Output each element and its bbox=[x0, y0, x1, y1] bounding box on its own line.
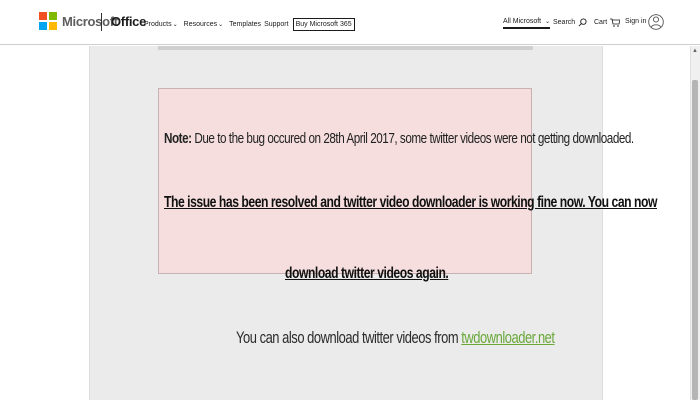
scrollbar-thumb[interactable] bbox=[692, 80, 698, 400]
notice-text: Note: Due to the bug occured on 28th Apr… bbox=[164, 130, 634, 147]
nav-item-resources[interactable]: Resources⌄ bbox=[184, 21, 224, 28]
microsoft-logo-icon bbox=[39, 12, 57, 30]
chevron-down-icon: ⌄ bbox=[218, 22, 224, 28]
content-divider bbox=[158, 46, 533, 50]
nav-item-support[interactable]: Support bbox=[264, 21, 289, 28]
page: Microsoft Office Products⌄ Resources⌄ Te… bbox=[0, 0, 700, 400]
header-divider bbox=[101, 13, 102, 31]
microsoft-logo[interactable]: Microsoft bbox=[39, 12, 118, 30]
brand-name: Microsoft bbox=[62, 13, 118, 29]
twdownloader-link[interactable]: twdownloader.net bbox=[461, 328, 555, 347]
nav-item-templates[interactable]: Templates bbox=[229, 21, 261, 28]
search-button[interactable]: Search bbox=[553, 18, 587, 27]
product-name[interactable]: Office bbox=[111, 14, 146, 29]
all-microsoft-menu[interactable]: All Microsoft ⌄ bbox=[503, 18, 551, 29]
notice-box bbox=[158, 88, 532, 274]
resolved-message-line2: download twitter videos again. bbox=[285, 265, 449, 282]
sign-in-link[interactable]: Sign in bbox=[625, 18, 646, 25]
nav-item-products[interactable]: Products⌄ bbox=[144, 21, 178, 28]
chevron-down-icon: ⌄ bbox=[545, 19, 551, 25]
resolved-message-line1: The issue has been resolved and twitter … bbox=[164, 194, 657, 211]
alternative-download-text: You can also download twitter videos fro… bbox=[236, 328, 555, 347]
scroll-up-icon[interactable]: ▲ bbox=[692, 48, 698, 54]
cart-icon bbox=[610, 18, 621, 27]
account-avatar-icon[interactable] bbox=[648, 11, 664, 33]
note-message: Due to the bug occured on 28th April 201… bbox=[194, 130, 634, 147]
chevron-down-icon: ⌄ bbox=[172, 22, 178, 28]
search-icon bbox=[578, 18, 587, 27]
cart-button[interactable]: Cart bbox=[594, 18, 621, 27]
note-label: Note: bbox=[164, 130, 192, 147]
main-nav: Products⌄ Resources⌄ Templates Support B… bbox=[144, 18, 355, 31]
buy-microsoft-365-button[interactable]: Buy Microsoft 365 bbox=[292, 18, 355, 31]
site-header: Microsoft Office Products⌄ Resources⌄ Te… bbox=[0, 0, 700, 45]
